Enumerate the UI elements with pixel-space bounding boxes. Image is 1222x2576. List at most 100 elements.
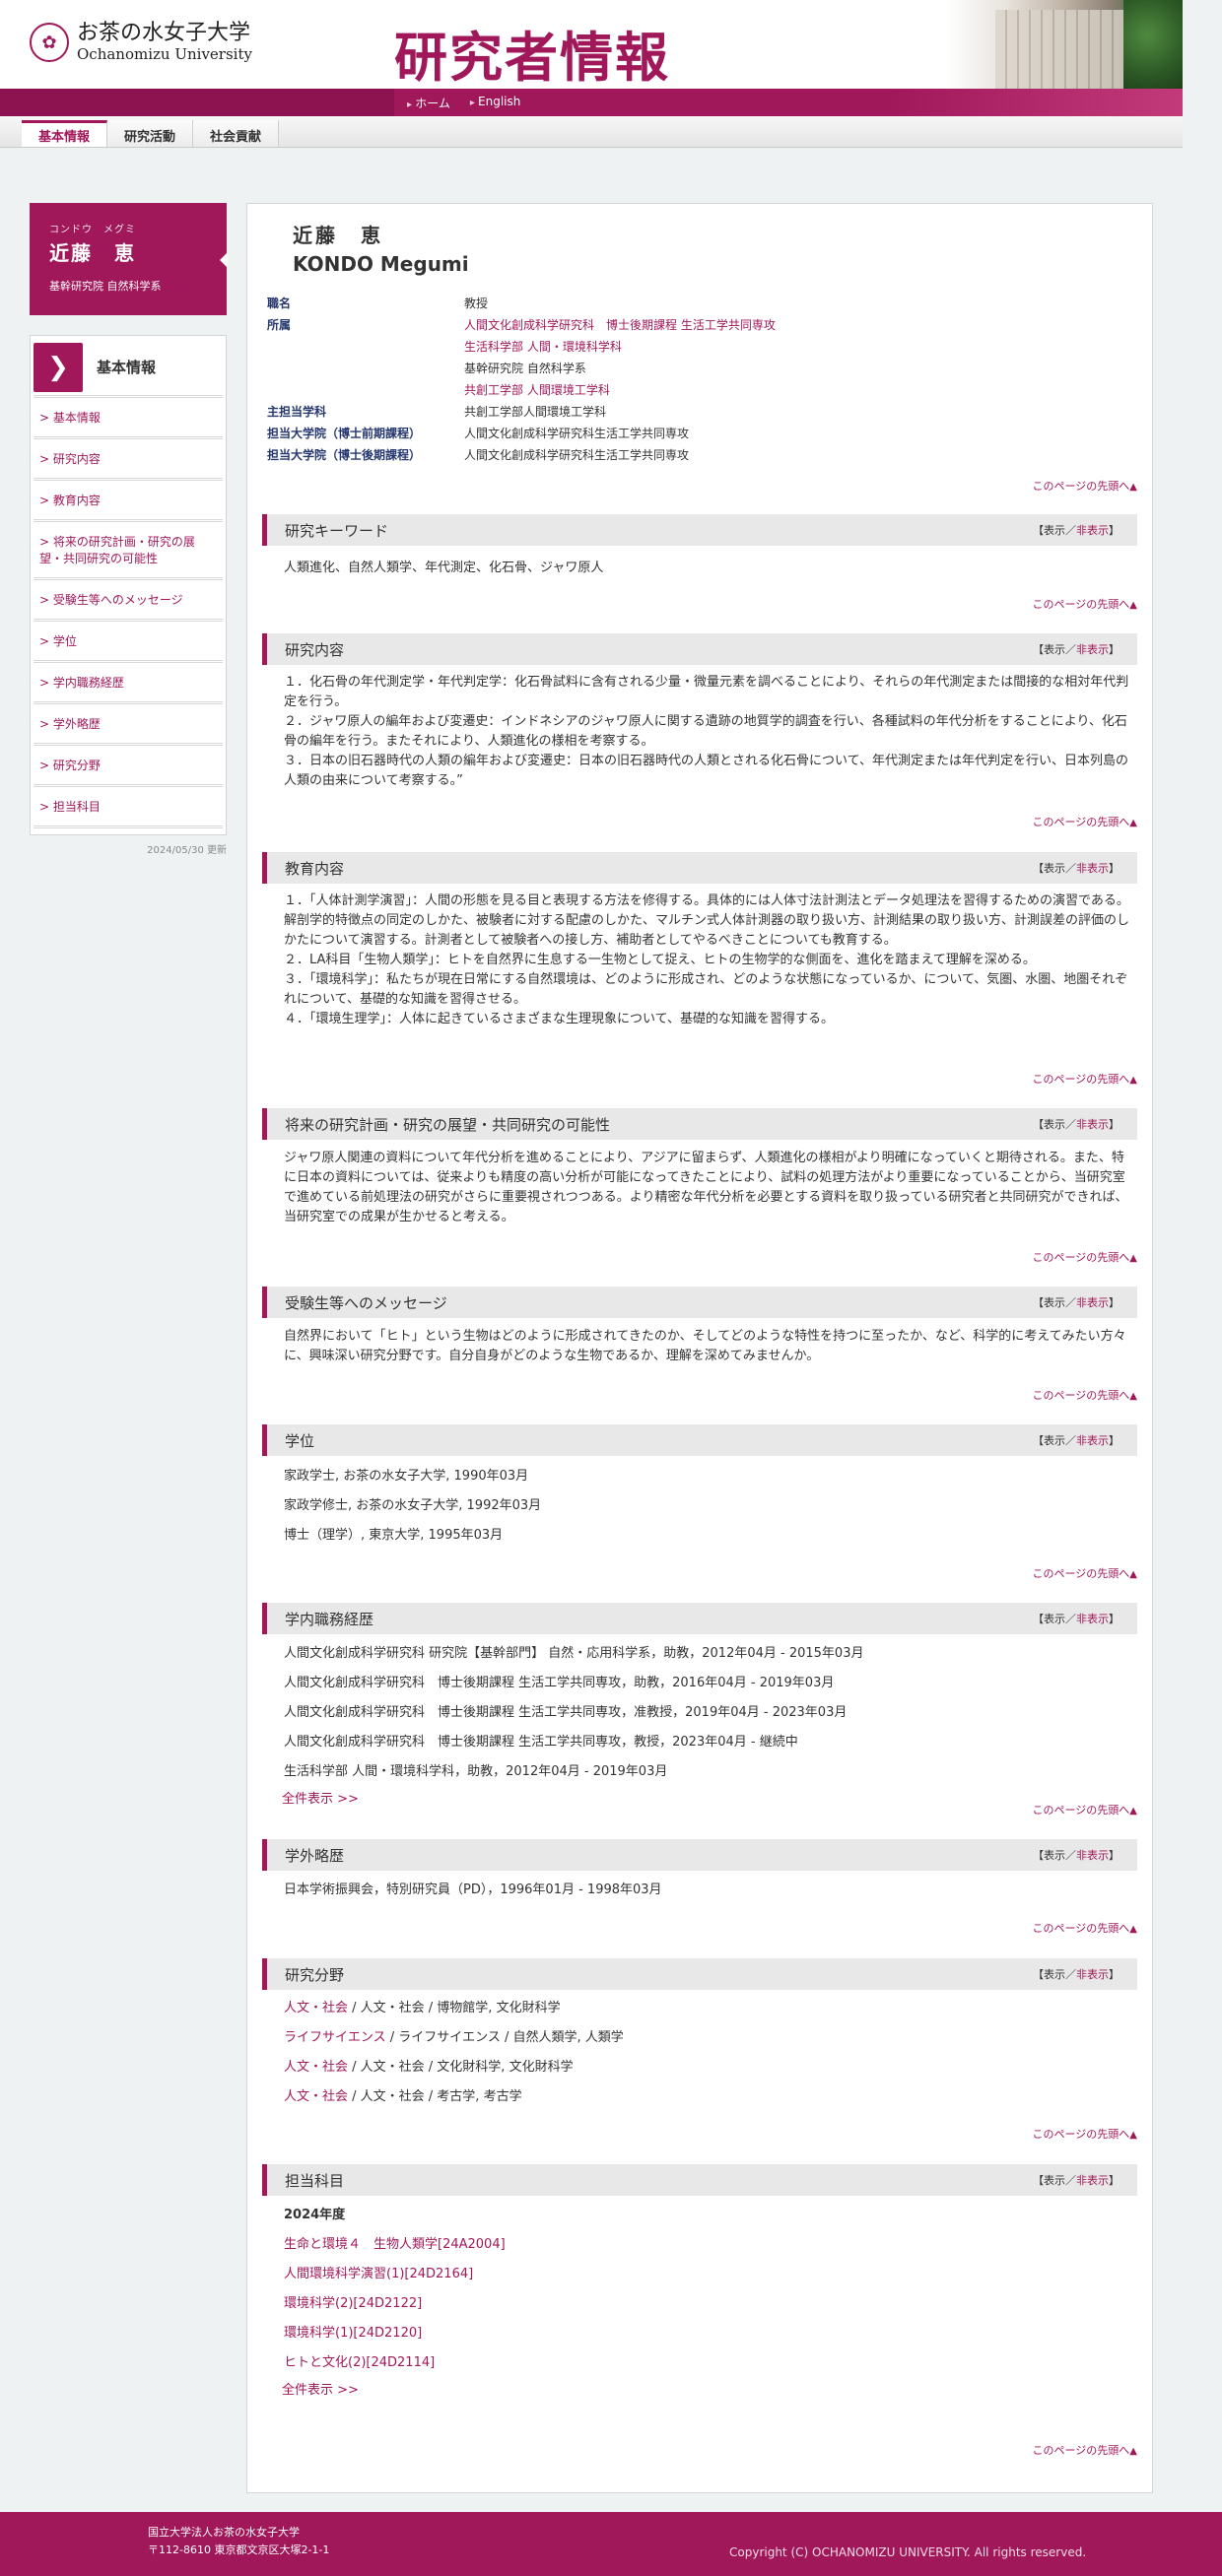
course-link[interactable]: 生命と環境４ 生物人類学[24A2004] [284,2237,506,2252]
affiliation-link[interactable]: 共創工学部 人間環境工学科 [464,379,776,401]
hide-toggle[interactable]: 非表示 [1076,1849,1109,1862]
section-header-education: 教育内容 【表示／非表示】 [262,852,1137,884]
career-internal-list: 人間文化創成科学研究科 研究院【基幹部門】 自然・応用科学系，助教，2012年0… [282,1639,1131,1813]
info-label-dept: 主担当学科 [267,405,327,419]
back-to-top-link[interactable]: このページの先頭へ [1033,1387,1137,1403]
site-header: ✿ お茶の水女子大学 Ochanomizu University 研究者情報 [0,0,1183,89]
section-header-career-external: 学外略歴 【表示／非表示】 [262,1839,1137,1871]
field-link[interactable]: 人文・社会 [284,2060,348,2075]
back-to-top-link[interactable]: このページの先頭へ [1033,2442,1137,2458]
tab-social-contribution[interactable]: 社会貢献 [193,120,280,147]
info-value-title: 教授 [464,297,489,310]
section-title: 担当科目 [285,2171,345,2190]
show-toggle[interactable]: 表示 [1044,1613,1065,1625]
section-title: 受験生等へのメッセージ [285,1293,447,1312]
sidenav-title: 基本情報 [97,359,157,376]
english-link[interactable]: English [470,95,520,111]
sidebar-item-research[interactable]: 研究内容 [34,439,223,481]
back-to-top-link[interactable]: このページの先頭へ [1033,596,1137,612]
education-text: １．「人体計測学演習」：人間の形態を見る目と表現する方法を修得する。具体的には人… [284,893,1130,1026]
hide-toggle[interactable]: 非表示 [1076,1296,1109,1309]
hide-toggle[interactable]: 非表示 [1076,1434,1109,1447]
crest-icon: ✿ [30,23,69,62]
back-to-top-link[interactable]: このページの先頭へ [1033,1802,1137,1817]
affiliation-text: 基幹研究院 自然科学系 [464,362,586,375]
list-item: 人文・社会 / 人文・社会 / 博物館学, 文化財科学 [284,2001,561,2015]
sidebar-item-education[interactable]: 教育内容 [34,481,223,522]
university-logo[interactable]: ✿ お茶の水女子大学 Ochanomizu University [30,22,252,63]
footer-copyright: Copyright (C) OCHANOMIZU UNIVERSITY. All… [729,2545,1087,2559]
sidebar-item-career-internal[interactable]: 学内職務経歴 [34,663,223,704]
show-all-link[interactable]: 全件表示 >> [282,2383,359,2398]
info-label-affiliation: 所属 [267,318,292,332]
show-toggle[interactable]: 表示 [1044,524,1065,537]
show-toggle[interactable]: 表示 [1044,2174,1065,2187]
back-to-top-link[interactable]: このページの先頭へ [1033,1249,1137,1265]
sidebar-item-degree[interactable]: 学位 [34,622,223,663]
section-title: 学内職務経歴 [285,1610,374,1628]
field-link[interactable]: ライフサイエンス [284,2030,386,2045]
course-link[interactable]: 人間環境科学演習(1)[24D2164] [284,2267,473,2281]
section-toggle: 【表示／非表示】 [1033,862,1120,875]
logo-text-en: Ochanomizu University [77,45,252,63]
sidebar-item-basic-info[interactable]: 基本情報 [34,398,223,439]
profile-name: 近藤 恵 [49,241,136,265]
section-title: 将来の研究計画・研究の展望・共同研究の可能性 [285,1115,611,1134]
back-to-top-link[interactable]: このページの先頭へ [1033,1920,1137,1936]
show-toggle[interactable]: 表示 [1044,643,1065,656]
show-toggle[interactable]: 表示 [1044,862,1065,875]
research-text: １．化石骨の年代測定学・年代判定学：化石骨試料に含有される少量・微量元素を調べる… [284,675,1129,788]
hide-toggle[interactable]: 非表示 [1076,1118,1109,1131]
sidebar-item-fields[interactable]: 研究分野 [34,746,223,787]
site-title: 研究者情報 [394,27,670,89]
hide-toggle[interactable]: 非表示 [1076,862,1109,875]
sidebar-item-career-external[interactable]: 学外略歴 [34,704,223,746]
info-value-master: 人間文化創成科学研究科生活工学共同専攻 [464,427,690,440]
info-label-title: 職名 [267,297,292,310]
course-link[interactable]: 環境科学(2)[24D2122] [284,2296,422,2311]
show-toggle[interactable]: 表示 [1044,1849,1065,1862]
field-link[interactable]: 人文・社会 [284,2089,348,2104]
hide-toggle[interactable]: 非表示 [1076,1968,1109,1981]
fields-list: 人文・社会 / 人文・社会 / 博物館学, 文化財科学 ライフサイエンス / ラ… [284,1994,1131,2112]
section-header-keywords: 研究キーワード 【表示／非表示】 [262,514,1137,546]
affiliation-link[interactable]: 生活科学部 人間・環境科学科 [464,336,776,358]
show-all-link[interactable]: 全件表示 >> [282,1792,359,1807]
sidebar-item-future-plans[interactable]: 将来の研究計画・研究の展望・共同研究の可能性 [34,522,223,580]
updated-date: 2024/05/30 更新 [147,845,227,856]
sidebar: コンドウ メグミ 近藤 恵 基幹研究院 自然科学系 ❯ 基本情報 基本情報 研究… [30,203,228,856]
back-to-top-link[interactable]: このページの先頭へ [1033,1565,1137,1581]
section-toggle: 【表示／非表示】 [1033,1849,1120,1862]
show-toggle[interactable]: 表示 [1044,1968,1065,1981]
home-link[interactable]: ホーム [407,95,450,111]
list-item: 人間文化創成科学研究科 研究院【基幹部門】 自然・応用科学系，助教，2012年0… [284,1646,864,1661]
list-item: 家政学修士, お茶の水女子大学, 1992年03月 [284,1498,542,1513]
tab-research-activities[interactable]: 研究活動 [107,120,194,147]
sidebar-item-message[interactable]: 受験生等へのメッセージ [34,580,223,622]
section-title: 研究内容 [285,640,345,659]
profile-kana: コンドウ メグミ [49,225,136,235]
show-toggle[interactable]: 表示 [1044,1296,1065,1309]
course-link[interactable]: ヒトと文化(2)[24D2114] [284,2355,435,2370]
hide-toggle[interactable]: 非表示 [1076,643,1109,656]
field-link[interactable]: 人文・社会 [284,2001,348,2015]
section-header-degree: 学位 【表示／非表示】 [262,1424,1137,1456]
section-header-future: 将来の研究計画・研究の展望・共同研究の可能性 【表示／非表示】 [262,1108,1137,1140]
back-to-top-link[interactable]: このページの先頭へ [1033,2126,1137,2142]
hide-toggle[interactable]: 非表示 [1076,524,1109,537]
show-toggle[interactable]: 表示 [1044,1118,1065,1131]
course-link[interactable]: 環境科学(1)[24D2120] [284,2326,422,2341]
sidebar-item-courses[interactable]: 担当科目 [34,787,223,828]
back-to-top-link[interactable]: このページの先頭へ [1033,1071,1137,1087]
message-text: 自然界において「ヒト」という生物はどのように形成されてきたのか、そしてどのような… [284,1329,1126,1363]
back-to-top-link[interactable]: このページの先頭へ [1033,478,1137,494]
tab-basic-info[interactable]: 基本情報 [22,120,108,147]
section-toggle: 【表示／非表示】 [1033,2174,1120,2187]
affiliation-link[interactable]: 人間文化創成科学研究科 博士後期課程 生活工学共同専攻 [464,314,776,336]
keywords-text: 人類進化、自然人類学、年代測定、化石骨、ジャワ原人 [284,561,604,575]
back-to-top-link[interactable]: このページの先頭へ [1033,814,1137,829]
hide-toggle[interactable]: 非表示 [1076,1613,1109,1625]
show-toggle[interactable]: 表示 [1044,1434,1065,1447]
tab-bar: 基本情報 研究活動 社会貢献 [0,116,1183,148]
hide-toggle[interactable]: 非表示 [1076,2174,1109,2187]
